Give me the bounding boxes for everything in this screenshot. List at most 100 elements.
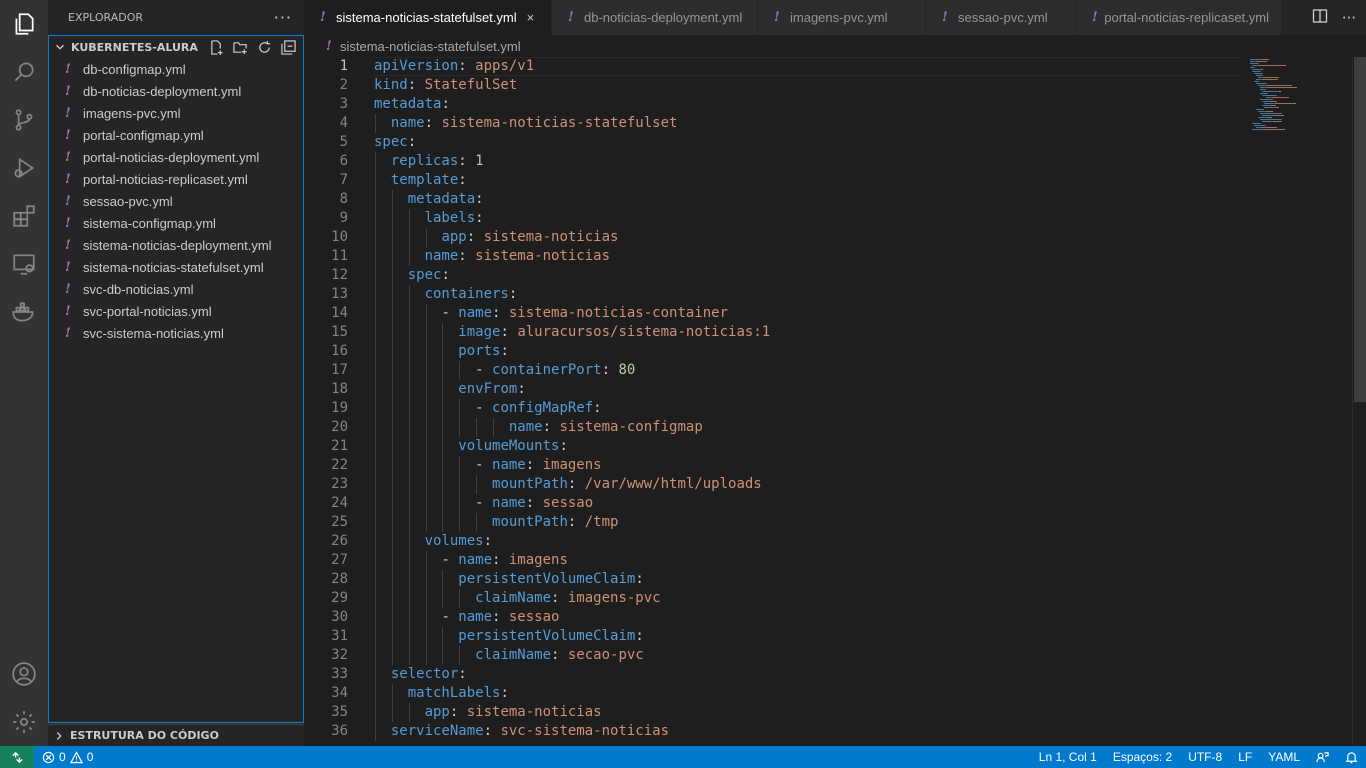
settings-gear-icon[interactable] xyxy=(0,698,48,746)
file-item[interactable]: ! imagens-pvc.yml xyxy=(49,102,303,124)
code-line[interactable]: 21 volumeMounts: xyxy=(304,437,1244,456)
code-line[interactable]: 14 - name: sistema-noticias-container xyxy=(304,304,1244,323)
code-line[interactable]: 4 name: sistema-noticias-statefulset xyxy=(304,114,1244,133)
close-tab-icon[interactable]: × xyxy=(527,10,535,25)
editor-tab[interactable]: ! portal-noticias-replicaset.yml xyxy=(1076,0,1282,35)
file-item[interactable]: ! sistema-noticias-statefulset.yml xyxy=(49,256,303,278)
indentation[interactable]: Espaços: 2 xyxy=(1105,750,1180,764)
code-line[interactable]: 28 persistentVolumeClaim: xyxy=(304,570,1244,589)
editor-tab[interactable]: ! sessao-pvc.yml xyxy=(926,0,1076,35)
editor-tab[interactable]: ! db-noticias-deployment.yml xyxy=(552,0,758,35)
problems-indicator[interactable]: 0 0 xyxy=(34,750,101,764)
code-line[interactable]: 32 claimName: secao-pvc xyxy=(304,646,1244,665)
code-line[interactable]: 24 - name: sessao xyxy=(304,494,1244,513)
code-line[interactable]: 22 - name: imagens xyxy=(304,456,1244,475)
code-line[interactable]: 34 matchLabels: xyxy=(304,684,1244,703)
code-line[interactable]: 7 template: xyxy=(304,171,1244,190)
language-mode[interactable]: YAML xyxy=(1260,750,1308,764)
code-line[interactable]: 23 mountPath: /var/www/html/uploads xyxy=(304,475,1244,494)
code-line[interactable]: 6 replicas: 1 xyxy=(304,152,1244,171)
run-debug-icon[interactable] xyxy=(0,144,48,192)
minimap-token xyxy=(1262,73,1263,74)
new-folder-icon[interactable] xyxy=(231,38,249,56)
scrollbar-thumb[interactable] xyxy=(1354,57,1366,402)
file-item[interactable]: ! db-configmap.yml xyxy=(49,58,303,80)
code-line[interactable]: 36 serviceName: svc-sistema-noticias xyxy=(304,722,1244,741)
indent-guide xyxy=(408,437,410,456)
code-line[interactable]: 15 image: aluracursos/sistema-noticias:1 xyxy=(304,323,1244,342)
code-line[interactable]: 1 apiVersion: apps/v1 xyxy=(304,57,1244,76)
code-line[interactable]: 19 - configMapRef: xyxy=(304,399,1244,418)
explorer-icon[interactable] xyxy=(0,0,48,48)
code-line[interactable]: 3 metadata: xyxy=(304,95,1244,114)
accounts-icon[interactable] xyxy=(0,650,48,698)
code-line[interactable]: 10 app: sistema-noticias xyxy=(304,228,1244,247)
editor-tab[interactable]: ! imagens-pvc.yml xyxy=(758,0,926,35)
code-line[interactable]: 12 spec: xyxy=(304,266,1244,285)
feedback-icon[interactable] xyxy=(1308,751,1337,764)
code-line[interactable]: 16 ports: xyxy=(304,342,1244,361)
file-item[interactable]: ! svc-portal-noticias.yml xyxy=(49,300,303,322)
code-line[interactable]: 5 spec: xyxy=(304,133,1244,152)
file-item[interactable]: ! sistema-noticias-deployment.yml xyxy=(49,234,303,256)
code-line[interactable]: 33 selector: xyxy=(304,665,1244,684)
indent-guide xyxy=(408,513,410,532)
file-item[interactable]: ! svc-db-noticias.yml xyxy=(49,278,303,300)
code-line[interactable]: 30 - name: sessao xyxy=(304,608,1244,627)
code-line[interactable]: 31 persistentVolumeClaim: xyxy=(304,627,1244,646)
file-item[interactable]: ! db-noticias-deployment.yml xyxy=(49,80,303,102)
file-item[interactable]: ! portal-configmap.yml xyxy=(49,124,303,146)
collapse-all-icon[interactable] xyxy=(279,38,297,56)
yaml-file-icon: ! xyxy=(942,10,948,25)
more-actions-icon[interactable]: ··· xyxy=(1342,9,1356,27)
code-line[interactable]: 11 name: sistema-noticias xyxy=(304,247,1244,266)
indent-guide xyxy=(408,304,410,323)
more-actions-icon[interactable]: ··· xyxy=(274,8,292,27)
refresh-icon[interactable] xyxy=(255,38,273,56)
code-line[interactable]: 18 envFrom: xyxy=(304,380,1244,399)
file-item[interactable]: ! sessao-pvc.yml xyxy=(49,190,303,212)
source-control-icon[interactable] xyxy=(0,96,48,144)
vertical-scrollbar[interactable] xyxy=(1352,57,1366,746)
breadcrumb[interactable]: ! sistema-noticias-statefulset.yml xyxy=(304,35,1366,57)
indent-guide xyxy=(375,171,376,190)
code-line[interactable]: 8 metadata: xyxy=(304,190,1244,209)
remote-explorer-icon[interactable] xyxy=(0,240,48,288)
folder-header[interactable]: KUBERNETES-ALURA xyxy=(49,36,303,58)
outline-section-header[interactable]: ESTRUTURA DO CÓDIGO xyxy=(48,724,304,746)
code-line[interactable]: 17 - containerPort: 80 xyxy=(304,361,1244,380)
indent-guide xyxy=(375,456,376,475)
code-line[interactable]: 13 containers: xyxy=(304,285,1244,304)
code-line[interactable]: 29 claimName: imagens-pvc xyxy=(304,589,1244,608)
notifications-bell-icon[interactable] xyxy=(1337,751,1366,764)
code-line[interactable]: 20 name: sistema-configmap xyxy=(304,418,1244,437)
new-file-icon[interactable] xyxy=(207,38,225,56)
file-item[interactable]: ! portal-noticias-replicaset.yml xyxy=(49,168,303,190)
file-item[interactable]: ! portal-noticias-deployment.yml xyxy=(49,146,303,168)
docker-icon[interactable] xyxy=(0,288,48,336)
code-text: replicas: 1 xyxy=(390,153,484,169)
remote-indicator[interactable] xyxy=(0,746,34,768)
file-item[interactable]: ! sistema-configmap.yml xyxy=(49,212,303,234)
code-line[interactable]: 25 mountPath: /tmp xyxy=(304,513,1244,532)
yaml-file-icon: ! xyxy=(65,259,71,275)
split-editor-icon[interactable] xyxy=(1312,8,1328,28)
minimap-token xyxy=(1262,121,1271,122)
cursor-position[interactable]: Ln 1, Col 1 xyxy=(1031,750,1105,764)
encoding[interactable]: UTF-8 xyxy=(1180,750,1230,764)
end-of-line[interactable]: LF xyxy=(1230,750,1260,764)
extensions-icon[interactable] xyxy=(0,192,48,240)
code-editor[interactable]: 1 apiVersion: apps/v1 2 kind: StatefulSet 3 m… xyxy=(304,57,1244,746)
code-line[interactable]: 2 kind: StatefulSet xyxy=(304,76,1244,95)
editor-tab[interactable]: ! sistema-noticias-statefulset.yml × xyxy=(304,0,552,35)
code-line[interactable]: 27 - name: imagens xyxy=(304,551,1244,570)
minimap[interactable] xyxy=(1246,57,1350,746)
indent-guide xyxy=(391,703,393,722)
editor-tabs: ! sistema-noticias-statefulset.yml ×! db-no… xyxy=(304,0,1366,35)
search-icon[interactable] xyxy=(0,48,48,96)
code-line[interactable]: 35 app: sistema-noticias xyxy=(304,703,1244,722)
minimap-token xyxy=(1281,119,1282,120)
file-item[interactable]: ! svc-sistema-noticias.yml xyxy=(49,322,303,344)
code-line[interactable]: 26 volumes: xyxy=(304,532,1244,551)
code-line[interactable]: 9 labels: xyxy=(304,209,1244,228)
